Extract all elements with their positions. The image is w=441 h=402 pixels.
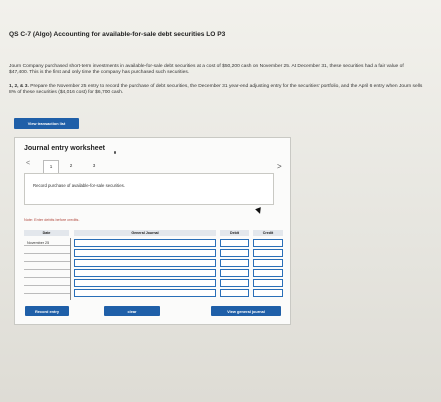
tab-3[interactable]: 3 xyxy=(86,160,102,172)
column-header-general-journal: General Journal xyxy=(74,230,216,236)
page: QS C-7 (Algo) Accounting for available-f… xyxy=(0,0,441,402)
debit-cell-3[interactable] xyxy=(220,259,249,267)
tab-2[interactable]: 2 xyxy=(63,160,79,172)
next-arrow-icon[interactable]: > xyxy=(277,162,282,171)
account-cell-2[interactable] xyxy=(74,249,216,257)
credit-cell-6[interactable] xyxy=(253,289,283,297)
record-entry-button[interactable]: Record entry xyxy=(25,306,69,316)
journal-entry-table: Date General Journal Debit Credit Novemb… xyxy=(24,230,283,300)
account-cell-4[interactable] xyxy=(74,269,216,277)
account-cell-5[interactable] xyxy=(74,279,216,287)
date-column-divider xyxy=(70,238,71,300)
column-header-debit: Debit xyxy=(220,230,249,236)
journal-entry-worksheet: Journal entry worksheet < 1 2 3 > Record… xyxy=(14,137,291,325)
clear-entry-button[interactable]: clear xyxy=(104,306,160,316)
view-general-journal-button[interactable]: View general journal xyxy=(211,306,281,316)
problem-paragraph-1: Journ Company purchased short-term inves… xyxy=(9,64,404,76)
debits-before-credits-note: Note: Enter debits before credits. xyxy=(24,218,80,222)
debit-cell-1[interactable] xyxy=(220,239,249,247)
column-header-date: Date xyxy=(24,230,69,236)
debit-cell-4[interactable] xyxy=(220,269,249,277)
entry-description: Record purchase of available-for-sale se… xyxy=(33,183,125,188)
account-cell-6[interactable] xyxy=(74,289,216,297)
requirement-text: Prepare the November 25 entry to record … xyxy=(9,84,423,96)
entry-description-box: Record purchase of available-for-sale se… xyxy=(24,173,274,205)
requirement-numbers: 1, 2, & 3. xyxy=(9,84,29,89)
page-title: QS C-7 (Algo) Accounting for available-f… xyxy=(9,31,226,38)
credit-cell-3[interactable] xyxy=(253,259,283,267)
account-cell-3[interactable] xyxy=(74,259,216,267)
credit-cell-1[interactable] xyxy=(253,239,283,247)
debit-cell-2[interactable] xyxy=(220,249,249,257)
debit-cell-5[interactable] xyxy=(220,279,249,287)
account-cell-1[interactable] xyxy=(74,239,216,247)
credit-cell-5[interactable] xyxy=(253,279,283,287)
view-transaction-list-button[interactable]: View transaction list xyxy=(14,118,79,129)
debit-cell-6[interactable] xyxy=(220,289,249,297)
column-header-credit: Credit xyxy=(253,230,283,236)
tab-indicator-dot xyxy=(114,151,116,154)
previous-arrow-icon[interactable]: < xyxy=(26,160,30,167)
date-row-lines xyxy=(24,238,70,300)
credit-cell-4[interactable] xyxy=(253,269,283,277)
worksheet-title: Journal entry worksheet xyxy=(24,145,105,152)
problem-paragraph-2: 1, 2, & 3. Prepare the November 25 entry… xyxy=(9,84,424,97)
credit-cell-2[interactable] xyxy=(253,249,283,257)
tab-1[interactable]: 1 xyxy=(43,160,59,174)
